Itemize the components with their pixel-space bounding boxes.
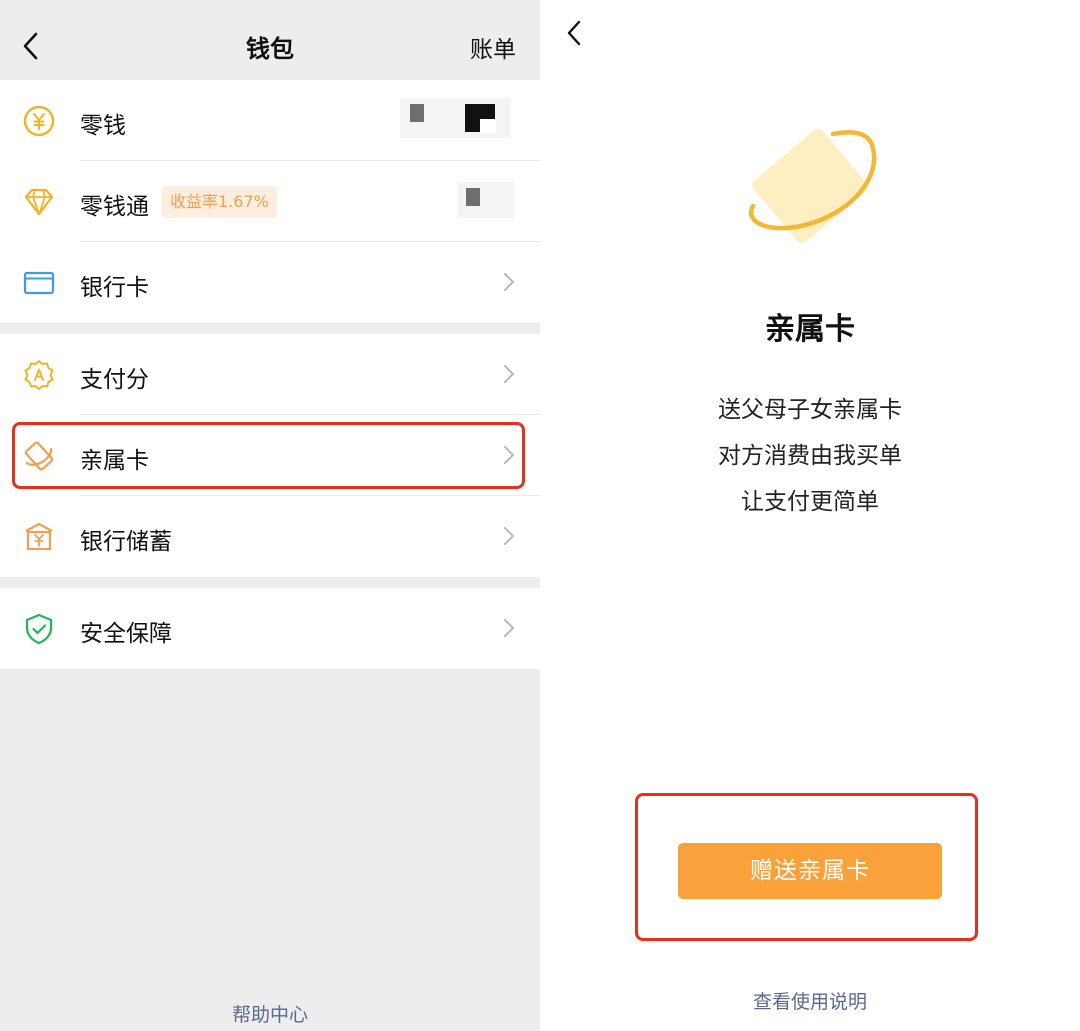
family-card-title: 亲属卡 [765, 312, 855, 347]
wallet-item-pay-score[interactable]: 支付分 [0, 334, 540, 415]
gift-family-card-button[interactable]: 赠送亲属卡 [678, 843, 942, 899]
description-line: 让支付更简单 [741, 489, 879, 515]
wallet-item-label: 银行储蓄 [80, 529, 172, 555]
page-title: 钱包 [246, 35, 294, 63]
wallet-item-label: 安全保障 [80, 621, 172, 647]
usage-guide-link[interactable]: 查看使用说明 [540, 987, 1080, 1014]
description-line: 送父母子女亲属卡 [718, 397, 902, 423]
yen-coin-icon [22, 104, 56, 138]
wallet-item-security[interactable]: 安全保障 [0, 588, 540, 669]
wallet-item-label: 支付分 [80, 367, 149, 393]
wallet-item-label: 零钱通 [80, 194, 149, 220]
family-card-screen: 亲属卡 送父母子女亲属卡 对方消费由我买单 让支付更简单 赠送亲属卡 查看使用说… [540, 0, 1080, 1031]
wallet-group-security: 安全保障 [0, 588, 540, 669]
wallet-item-bank-card[interactable]: 银行卡 [0, 242, 540, 323]
wallet-screen: 钱包 账单 零钱 零钱通 收益率1.67% 银行卡 支付分 亲属卡 银行储蓄 安… [0, 0, 540, 1031]
masked-amount-block [480, 119, 496, 133]
wallet-header: 钱包 账单 [0, 0, 540, 80]
chevron-right-icon [502, 616, 516, 640]
yield-rate-badge: 收益率1.67% [162, 186, 277, 218]
masked-amount-block [466, 188, 480, 206]
shield-check-icon [22, 612, 56, 646]
badge-a-icon [22, 358, 56, 392]
chevron-right-icon [502, 362, 516, 386]
bank-building-icon [22, 520, 56, 554]
family-card-illustration [735, 118, 885, 258]
bill-button[interactable]: 账单 [470, 30, 516, 64]
chevron-right-icon [502, 270, 516, 294]
help-center-link[interactable]: 帮助中心 [0, 1000, 540, 1027]
diamond-icon [22, 185, 56, 219]
chevron-right-icon [502, 524, 516, 548]
wallet-item-label: 银行卡 [80, 275, 149, 301]
wallet-item-label: 零钱 [80, 113, 126, 139]
highlight-box [12, 422, 525, 489]
back-icon[interactable] [564, 18, 584, 48]
bank-card-icon [22, 266, 56, 300]
wallet-item-savings[interactable]: 银行储蓄 [0, 496, 540, 577]
masked-amount-block [410, 104, 424, 122]
description-line: 对方消费由我买单 [718, 443, 902, 469]
